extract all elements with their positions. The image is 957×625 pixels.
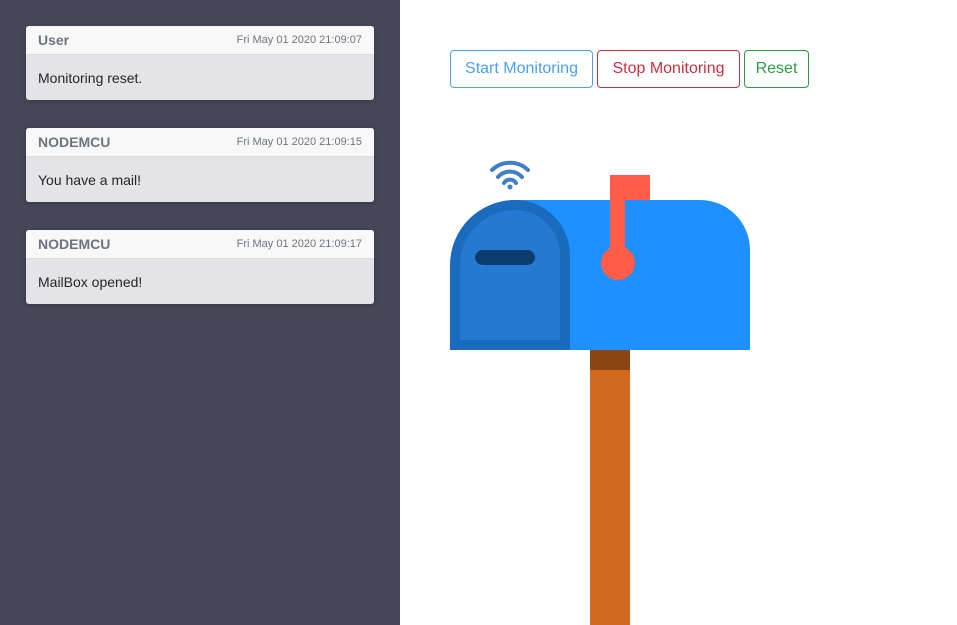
mailbox-illustration [450, 160, 750, 625]
wifi-icon [490, 160, 530, 190]
toast-sender: NODEMCU [38, 134, 111, 150]
toast-header: User Fri May 01 2020 21:09:07 [26, 26, 374, 55]
toast-timestamp: Fri May 01 2020 21:09:17 [236, 238, 362, 250]
toast-message: You have a mail! [38, 171, 141, 188]
mailbox-post [590, 350, 630, 625]
notification-toast: User Fri May 01 2020 21:09:07 Monitoring… [26, 26, 374, 100]
toast-sender: NODEMCU [38, 236, 111, 252]
toast-timestamp: Fri May 01 2020 21:09:15 [236, 136, 362, 148]
stop-monitoring-button[interactable]: Stop Monitoring [597, 50, 740, 88]
reset-button[interactable]: Reset [744, 50, 809, 88]
notification-toast: NODEMCU Fri May 01 2020 21:09:17 MailBox… [26, 230, 374, 304]
toast-sender: User [38, 32, 70, 48]
toast-message: Monitoring reset. [38, 69, 143, 86]
notification-toast: NODEMCU Fri May 01 2020 21:09:15 You hav… [26, 128, 374, 202]
toast-header: NODEMCU Fri May 01 2020 21:09:17 [26, 230, 374, 259]
toast-header: NODEMCU Fri May 01 2020 21:09:15 [26, 128, 374, 157]
app-root: User Fri May 01 2020 21:09:07 Monitoring… [0, 0, 957, 625]
start-monitoring-button[interactable]: Start Monitoring [450, 50, 593, 88]
toast-timestamp: Fri May 01 2020 21:09:07 [236, 34, 362, 46]
mailbox-icon [450, 200, 750, 350]
toast-message: MailBox opened! [38, 273, 143, 290]
notification-sidebar: User Fri May 01 2020 21:09:07 Monitoring… [0, 0, 400, 625]
